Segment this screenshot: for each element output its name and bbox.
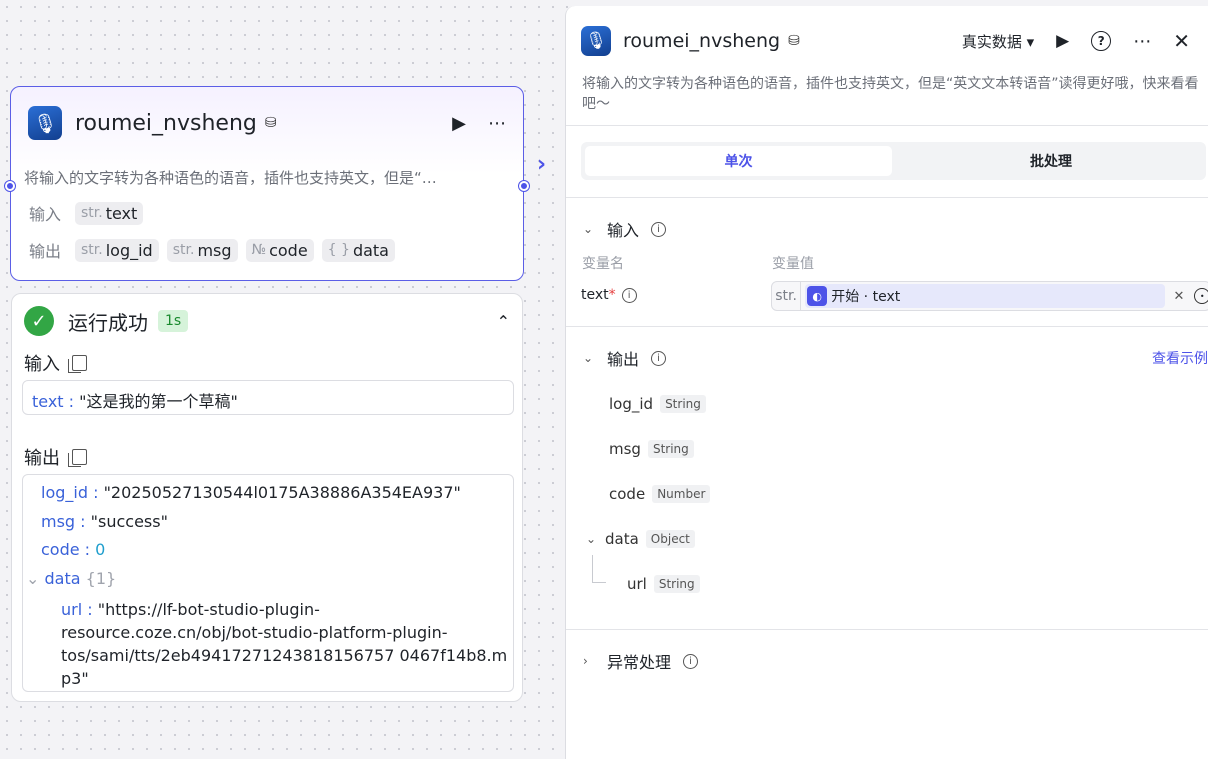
output-field-data[interactable]: ⌄ data Object — [586, 530, 695, 548]
mic-avatar-icon: 🎙 — [28, 106, 62, 140]
plugin-node[interactable]: 🎙 roumei_nvsheng ⛁ ▶ ⋯ 将输入的文字转为各种语色的语音，插… — [5, 86, 529, 281]
tab-single[interactable]: 单次 — [585, 146, 892, 176]
output-tag: str. log_id — [75, 238, 159, 262]
clear-icon[interactable]: ✕ — [1173, 289, 1184, 304]
chevron-down-icon: ⌄ — [583, 222, 594, 236]
run-header[interactable]: ✓ 运行成功 1s ⌃ — [24, 306, 510, 336]
output-section-header[interactable]: ⌄ 输出 i — [583, 346, 667, 370]
more-icon[interactable]: ⋯ — [1133, 31, 1151, 52]
plugin-store-icon: ⛁ — [788, 33, 800, 49]
ref-type: str. — [772, 282, 802, 310]
node-description: 将输入的文字转为各种语色的语音，插件也支持英文，但是“… — [24, 169, 437, 187]
variable-reference-input[interactable]: str. ◐ 开始 · text ✕ • — [771, 281, 1208, 311]
connector-arrow-icon: › — [537, 152, 547, 177]
copy-icon[interactable] — [68, 449, 87, 467]
info-icon[interactable]: i — [651, 350, 667, 366]
start-node-icon: ◐ — [807, 286, 828, 306]
info-icon[interactable]: i — [651, 221, 667, 237]
divider — [566, 125, 1208, 126]
copy-icon[interactable] — [68, 355, 87, 373]
divider — [566, 629, 1208, 630]
output-field: url String — [627, 575, 700, 593]
side-title: roumei_nvsheng — [623, 30, 781, 52]
output-label: 输出 — [29, 242, 62, 261]
node-title: roumei_nvsheng — [75, 110, 257, 136]
chevron-down-icon: ⌄ — [586, 532, 597, 546]
run-result-panel: ✓ 运行成功 1s ⌃ 输入 text : "这是我的第一个草稿" 输出 log… — [11, 293, 523, 702]
input-value: "这是我的第一个草稿" — [79, 392, 238, 411]
data-mode-select[interactable]: 真实数据 ▾ — [962, 31, 1034, 52]
tab-batch[interactable]: 批处理 — [901, 146, 1201, 176]
output-tag: { } data — [321, 238, 395, 262]
tree-line — [592, 555, 606, 583]
chevron-up-icon[interactable]: ⌃ — [497, 312, 510, 331]
view-example-link[interactable]: 查看示例 — [1152, 348, 1208, 368]
code-value: 0 — [95, 540, 106, 559]
divider — [566, 197, 1208, 198]
run-output-label: 输出 — [24, 444, 87, 470]
col-var-name: 变量名 — [582, 256, 624, 272]
info-icon[interactable]: i — [621, 287, 637, 303]
check-circle-icon: ✓ — [24, 306, 54, 336]
divider — [566, 326, 1208, 327]
chevron-right-icon: › — [583, 654, 588, 668]
plugin-store-icon: ⛁ — [264, 115, 277, 131]
help-icon[interactable]: ? — [1091, 31, 1112, 51]
ref-chip: ◐ 开始 · text — [805, 284, 1166, 308]
mode-tabs: 单次 批处理 — [581, 142, 1206, 180]
run-icon[interactable]: ▶ — [1056, 31, 1069, 51]
run-status: 运行成功 — [68, 310, 148, 335]
output-tag: str. msg — [166, 238, 238, 262]
url-value: url : "https://lf-bot-studio-plugin- res… — [61, 600, 508, 688]
input-label: 输入 — [29, 205, 62, 224]
close-icon[interactable]: ✕ — [1173, 29, 1190, 53]
mic-avatar-icon: 🎙 — [581, 26, 611, 56]
variable-picker-icon[interactable]: • — [1194, 288, 1208, 304]
more-icon[interactable]: ⋯ — [488, 113, 506, 134]
info-icon[interactable]: i — [683, 653, 699, 669]
col-var-value: 变量值 — [772, 256, 814, 272]
chevron-down-icon: ⌄ — [26, 569, 40, 588]
output-field: log_id String — [609, 395, 706, 413]
input-port[interactable] — [5, 181, 15, 191]
output-port[interactable] — [519, 181, 529, 191]
exception-section-header[interactable]: › 异常处理 i — [583, 649, 699, 673]
node-detail-panel: 🎙 roumei_nvsheng ⛁ 真实数据 ▾ ▶ ? ⋯ ✕ 将输入的文字… — [565, 6, 1208, 759]
run-input-box: text : "这是我的第一个草稿" — [22, 380, 514, 415]
node-outputs: 输出 str. log_id str. msg № code { } data — [29, 238, 395, 262]
output-field: msg String — [609, 440, 694, 458]
node-header: 🎙 roumei_nvsheng ⛁ ▶ ⋯ — [28, 106, 506, 140]
run-output-box: log_id : "20250527130544l0175A38886A354E… — [22, 474, 514, 692]
input-section-header[interactable]: ⌄ 输入 i — [583, 217, 667, 241]
run-icon[interactable]: ▶ — [452, 113, 466, 134]
output-field: code Number — [609, 485, 711, 503]
output-tag: № code — [245, 238, 314, 262]
chevron-down-icon: ⌄ — [583, 351, 594, 365]
var-name-label: text* i — [581, 287, 637, 303]
duration-badge: 1s — [158, 310, 189, 332]
side-header: 🎙 roumei_nvsheng ⛁ 真实数据 ▾ ▶ ? ⋯ ✕ — [581, 26, 1208, 56]
node-inputs: 输入 str. text — [29, 201, 144, 225]
data-toggle[interactable]: ⌄ data {1} — [26, 569, 116, 588]
input-tag: str. text — [75, 201, 144, 225]
run-input-label: 输入 — [24, 350, 87, 376]
msg-value: "success" — [90, 512, 168, 531]
side-description: 将输入的文字转为各种语色的语音，插件也支持英文，但是“英文文本转语音”读得更好哦… — [582, 76, 1199, 112]
log-id-value: "20250527130544l0175A38886A354EA937" — [103, 483, 461, 502]
input-key: text : — [32, 392, 75, 411]
